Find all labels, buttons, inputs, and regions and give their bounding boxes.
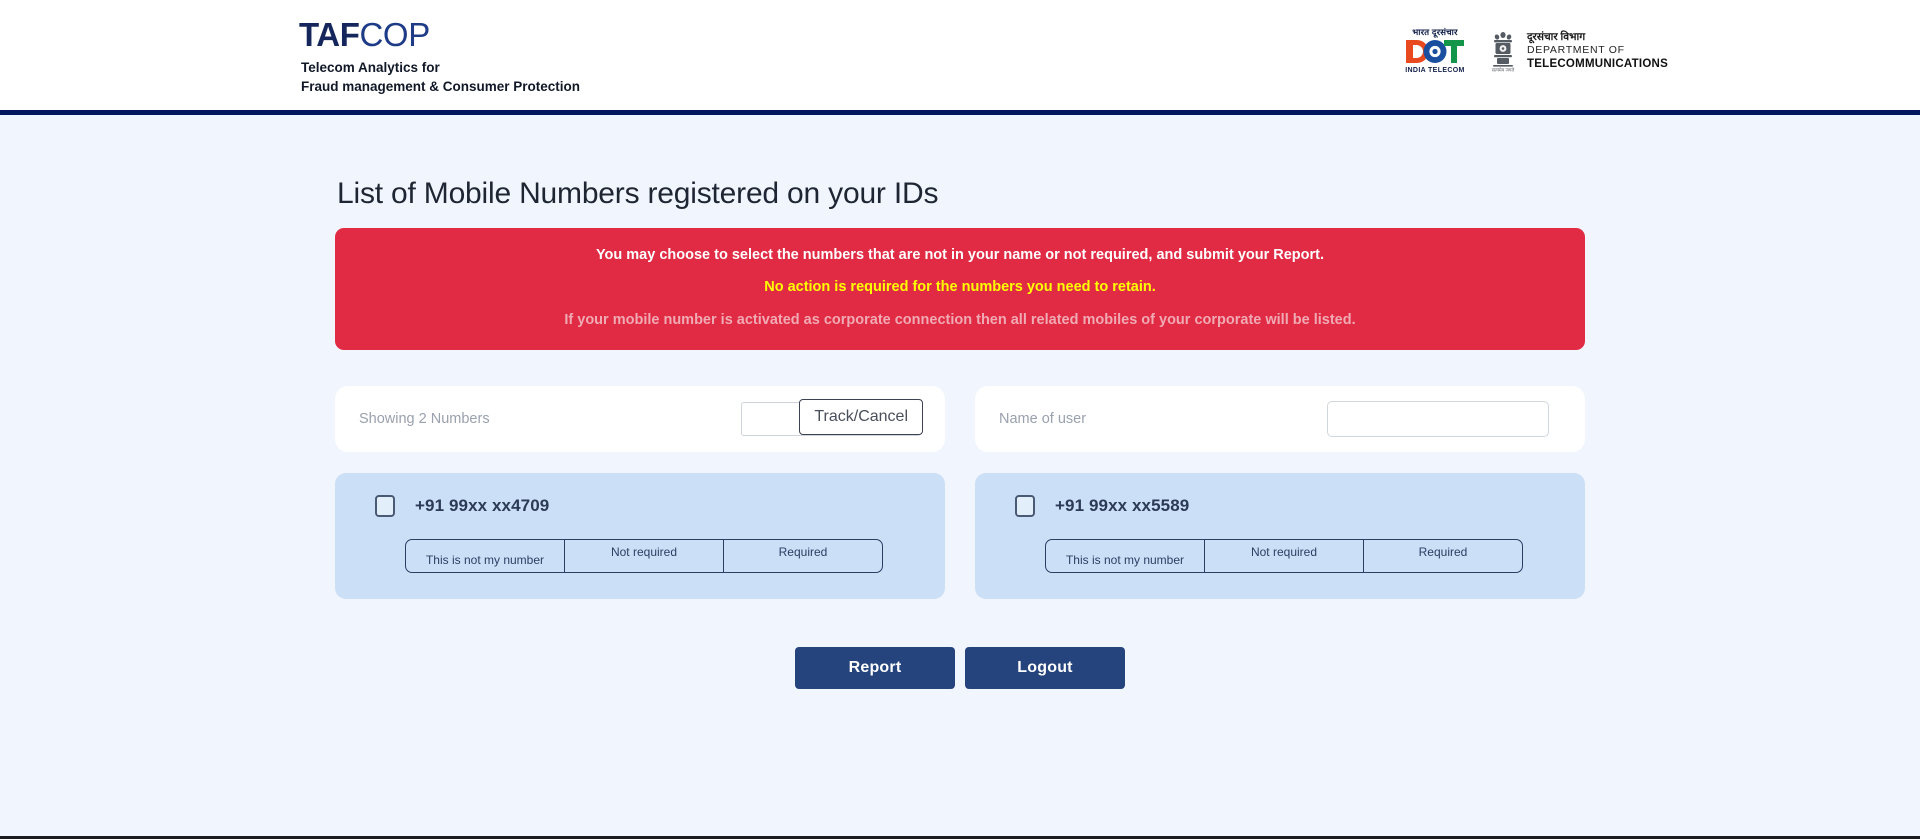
ashoka-emblem-icon: सत्यमेव जयते (1492, 31, 1515, 72)
mobile-number-card: +91 99xx xx5589 This is not my number No… (975, 473, 1585, 600)
track-cancel-button[interactable]: Track/Cancel (799, 399, 923, 436)
main-content: List of Mobile Numbers registered on you… (0, 115, 1920, 836)
mobile-number-text: +91 99xx xx4709 (415, 496, 550, 516)
mobile-number-text: +91 99xx xx5589 (1055, 496, 1190, 516)
select-number-checkbox[interactable] (375, 495, 395, 518)
number-action-segmented-group: This is not my number Not required Requi… (1045, 539, 1523, 574)
not-required-option[interactable]: Not required (565, 540, 724, 573)
name-of-user-input[interactable] (1327, 401, 1549, 438)
site-header: TAFCOP Telecom Analytics for Fraud manag… (0, 0, 1920, 115)
showing-numbers-label: Showing 2 Numbers (359, 411, 490, 428)
report-button[interactable]: Report (795, 647, 955, 690)
brand-wordmark: TAFCOP (299, 16, 580, 53)
page-title: List of Mobile Numbers registered on you… (337, 177, 939, 210)
form-actions: Report Logout (335, 647, 1585, 690)
showing-numbers-card: Showing 2 Numbers Track/Cancel (335, 386, 945, 453)
department-line2: TELECOMMUNICATIONS (1526, 57, 1668, 70)
mobile-number-card: +91 99xx xx4709 This is not my number No… (335, 473, 945, 600)
page-root: TAFCOP Telecom Analytics for Fraud manag… (0, 0, 1920, 839)
government-logos: भारत दूरसंचार INDIA TELECOM सत्यमेव जयते… (1404, 28, 1668, 74)
required-option[interactable]: Required (1364, 540, 1522, 572)
not-my-number-option[interactable]: This is not my number (406, 540, 565, 573)
select-number-checkbox[interactable] (1015, 495, 1035, 518)
department-line1: DEPARTMENT OF (1526, 43, 1625, 56)
dot-hindi-text: भारत दूरसंचार (1412, 27, 1458, 37)
department-hindi-text: दूरसंचार विभाग (1526, 30, 1586, 43)
filter-right-column: Name of user (975, 386, 1585, 453)
alert-line-3-note: If your mobile number is activated as co… (564, 311, 1356, 328)
track-cancel-group: Track/Cancel (741, 399, 923, 437)
not-required-option[interactable]: Not required (1205, 540, 1364, 573)
number-action-segmented-group: This is not my number Not required Requi… (405, 539, 883, 574)
mobile-number-header: +91 99xx xx5589 (1005, 495, 1555, 518)
name-of-user-card: Name of user (975, 386, 1585, 453)
required-option[interactable]: Required (724, 540, 882, 572)
instructions-alert-banner: You may choose to select the numbers tha… (335, 228, 1585, 351)
content-container: List of Mobile Numbers registered on you… (335, 115, 1585, 690)
dot-subtext: INDIA TELECOM (1405, 66, 1465, 74)
department-of-telecom-block: सत्यमेव जयते दूरसंचार विभाग DEPARTMENT O… (1488, 29, 1668, 73)
brand-tagline-line1: Telecom Analytics for (301, 59, 440, 75)
mobile-numbers-list: +91 99xx xx4709 This is not my number No… (335, 473, 1585, 600)
brand-logo: TAFCOP Telecom Analytics for Fraud manag… (299, 16, 580, 96)
name-of-user-label: Name of user (999, 411, 1087, 428)
brand-primary-text: TAF (299, 16, 360, 53)
brand-tagline-line2: Fraud management & Consumer Protection (301, 78, 581, 94)
logout-button[interactable]: Logout (965, 647, 1125, 690)
not-my-number-option[interactable]: This is not my number (1046, 540, 1205, 573)
svg-text:सत्यमेव जयते: सत्यमेव जयते (1492, 66, 1515, 72)
filters-row: Showing 2 Numbers Track/Cancel Name of u… (335, 386, 1585, 453)
alert-line-2-warning: No action is required for the numbers yo… (764, 279, 1156, 296)
brand-tagline: Telecom Analytics for Fraud management &… (299, 58, 580, 96)
dot-india-telecom-logo: भारत दूरसंचार INDIA TELECOM (1404, 28, 1466, 74)
dot-mark-icon (1405, 39, 1464, 63)
brand-secondary-text: COP (359, 16, 431, 53)
department-text: दूरसंचार विभाग DEPARTMENT OF TELECOMMUNI… (1527, 31, 1668, 71)
alert-line-1: You may choose to select the numbers tha… (595, 247, 1325, 263)
mobile-number-header: +91 99xx xx4709 (365, 495, 915, 518)
filter-left-column: Showing 2 Numbers Track/Cancel (335, 386, 945, 453)
